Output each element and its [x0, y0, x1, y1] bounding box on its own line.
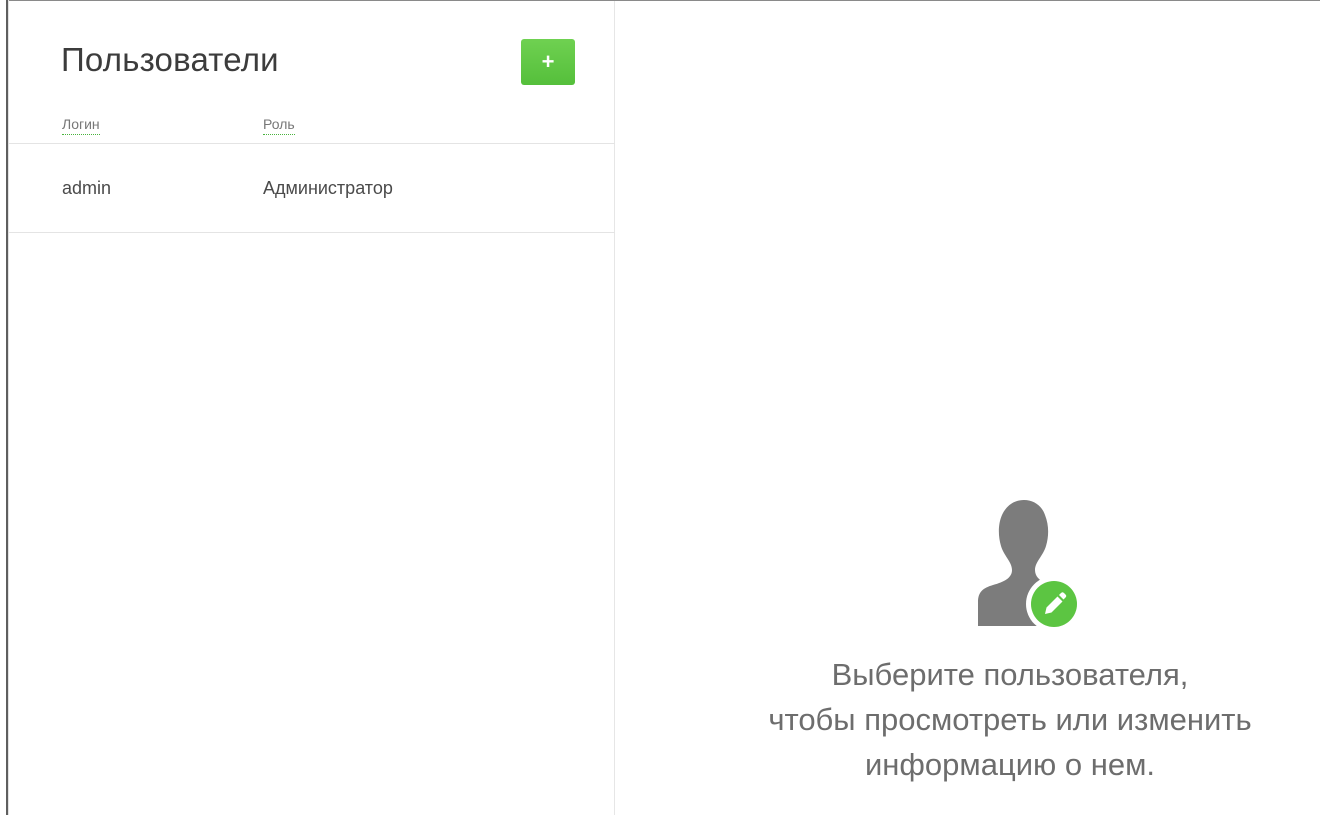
users-list-panel: Пользователи + Логин Роль admin Админист… — [9, 1, 615, 815]
user-details-panel: Выберите пользователя, чтобы просмотреть… — [616, 1, 1320, 815]
window-left-border — [0, 0, 9, 815]
column-header-role[interactable]: Роль — [263, 116, 295, 135]
page-title: Пользователи — [61, 41, 279, 78]
empty-state-message: Выберите пользователя, чтобы просмотреть… — [616, 652, 1320, 787]
cell-login: admin — [62, 178, 112, 198]
cell-role: Администратор — [263, 178, 393, 198]
column-header-login[interactable]: Логин — [62, 116, 100, 135]
table-row[interactable]: admin Администратор — [9, 144, 614, 232]
empty-state-message-line: информацию о нем. — [864, 747, 1156, 782]
empty-state-message-line: чтобы просмотреть или изменить — [768, 702, 1252, 737]
app-window: Пользователи + Логин Роль admin Админист… — [0, 0, 1320, 815]
add-user-button[interactable]: + — [521, 39, 575, 85]
table-row-divider — [9, 232, 615, 233]
user-edit-icon — [978, 500, 1078, 628]
empty-state-message-line: Выберите пользователя, — [831, 657, 1189, 692]
